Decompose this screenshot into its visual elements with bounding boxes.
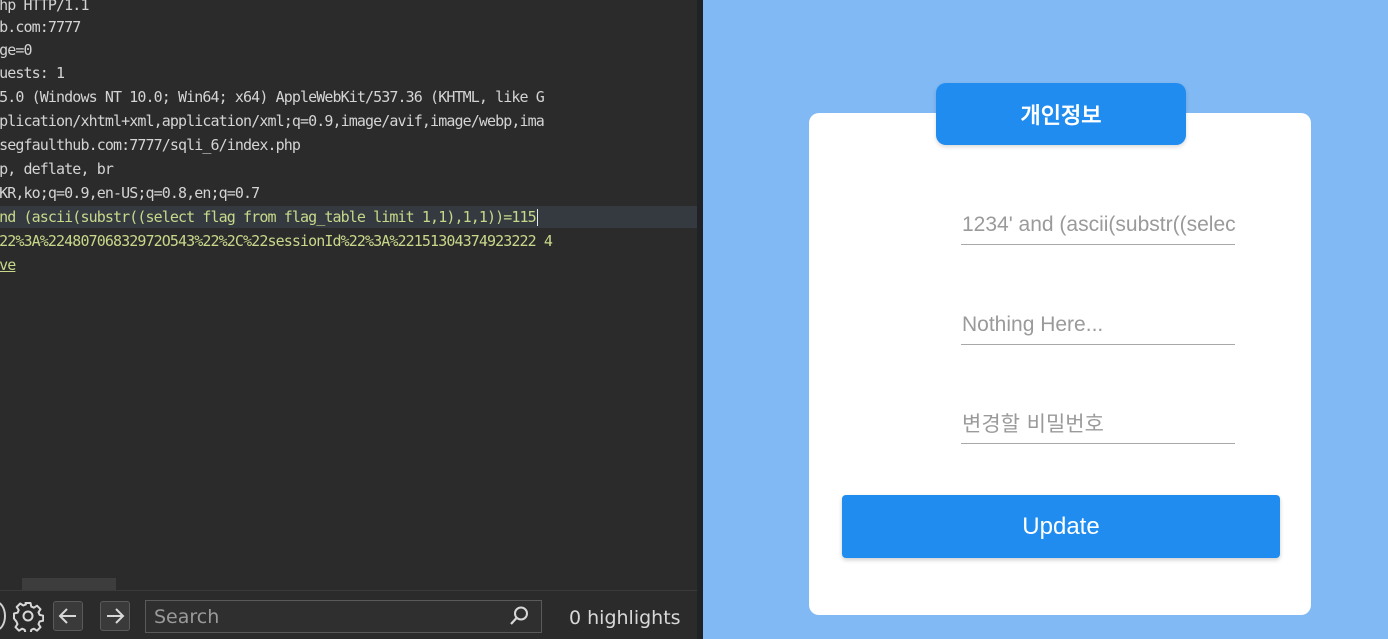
code-line: %22%3A%22480706832972O543%22%2C%22sessio…	[0, 232, 553, 250]
code-line-text: and (ascii(substr((select flag from flag…	[0, 208, 537, 226]
code-line: php HTTP/1.1	[0, 0, 89, 14]
user-id-field[interactable]	[961, 205, 1235, 245]
help-icon[interactable]	[0, 601, 6, 631]
highlights-count: 0 highlights	[569, 607, 681, 629]
profile-title: 개인정보	[936, 83, 1186, 145]
code-line: ip, deflate, br	[0, 160, 114, 178]
request-editor-pane[interactable]: php HTTP/1.1 ub.com:7777 age=0 quests: 1…	[0, 0, 697, 639]
info-field[interactable]	[961, 305, 1235, 345]
browser-viewport: 개인정보 Update	[703, 0, 1388, 639]
new-password-field[interactable]	[961, 404, 1235, 444]
search-bar: 0 highlights	[0, 590, 697, 639]
previous-button[interactable]	[53, 601, 83, 631]
code-line-current: and (ascii(substr((select flag from flag…	[0, 206, 697, 228]
request-code[interactable]: php HTTP/1.1 ub.com:7777 age=0 quests: 1…	[0, 0, 697, 590]
code-line: ive	[0, 256, 16, 274]
search-input[interactable]	[145, 600, 542, 633]
next-button[interactable]	[100, 601, 130, 631]
code-line: age=0	[0, 41, 33, 59]
code-line: -KR,ko;q=0.9,en-US;q=0.8,en;q=0.7	[0, 184, 260, 202]
code-line: ub.com:7777	[0, 18, 81, 36]
arrow-right-icon	[107, 608, 125, 624]
horizontal-scrollbar-thumb[interactable]	[22, 578, 116, 590]
search-icon[interactable]	[508, 605, 530, 627]
text-caret	[536, 209, 538, 226]
code-line: quests: 1	[0, 64, 65, 82]
code-line: /5.0 (Windows NT 10.0; Win64; x64) Apple…	[0, 88, 545, 106]
arrow-left-icon	[58, 608, 76, 624]
code-line: pplication/xhtml+xml,application/xml;q=0…	[0, 112, 545, 130]
code-line: .segfaulthub.com:7777/sqli_6/index.php	[0, 136, 301, 154]
update-button[interactable]: Update	[842, 495, 1280, 558]
gear-icon[interactable]	[12, 600, 45, 635]
